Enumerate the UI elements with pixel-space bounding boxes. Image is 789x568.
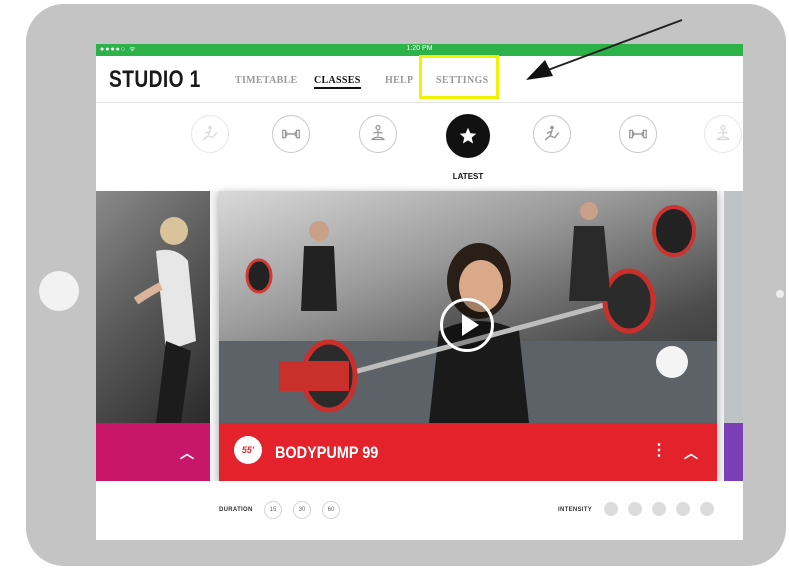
class-photo bbox=[219, 191, 717, 423]
more-options-icon[interactable]: ⋮ bbox=[651, 440, 667, 460]
dumbbell-icon[interactable] bbox=[272, 115, 310, 153]
studio-title: STUDIO 1 bbox=[109, 66, 201, 93]
bodypump-logo-icon: 55' bbox=[234, 436, 262, 464]
class-bar-next bbox=[724, 423, 743, 481]
tab-timetable[interactable]: TIMETABLE bbox=[235, 75, 298, 86]
duration-option-60[interactable]: 60 bbox=[322, 501, 340, 519]
duration-option-30[interactable]: 30 bbox=[293, 501, 311, 519]
category-row: LATEST bbox=[96, 103, 743, 191]
app-screen: ●●●●○ ᯤ 1:20 PM STUDIO 1 TIMETABLE CLASS… bbox=[96, 44, 743, 540]
tab-help[interactable]: HELP bbox=[385, 75, 413, 86]
class-photo bbox=[96, 191, 210, 423]
meditation-icon[interactable] bbox=[704, 115, 742, 153]
intensity-level-5[interactable] bbox=[700, 502, 714, 516]
class-card-next[interactable] bbox=[724, 191, 743, 481]
duration-label: DURATION bbox=[219, 507, 253, 513]
intensity-level-1[interactable] bbox=[604, 502, 618, 516]
class-carousel: ︿ 55' BODYPUMP 99 ⋮ ︿ bbox=[96, 191, 743, 481]
settings-highlight bbox=[419, 55, 499, 99]
chevron-up-icon[interactable]: ︿ bbox=[684, 443, 698, 463]
camera-dot bbox=[776, 290, 784, 298]
video-dot bbox=[656, 346, 688, 378]
class-card-prev[interactable]: ︿ bbox=[96, 191, 210, 481]
kick-icon[interactable] bbox=[533, 115, 571, 153]
intensity-label: INTENSITY bbox=[558, 507, 593, 513]
class-bar-prev: ︿ bbox=[96, 423, 210, 481]
meditation-icon[interactable] bbox=[359, 115, 397, 153]
star-icon[interactable] bbox=[446, 114, 490, 158]
intensity-level-2[interactable] bbox=[628, 502, 642, 516]
kick-icon[interactable] bbox=[191, 115, 229, 153]
category-label: LATEST bbox=[452, 172, 484, 181]
play-button[interactable] bbox=[440, 298, 494, 352]
chevron-up-icon[interactable]: ︿ bbox=[180, 443, 194, 463]
intensity-level-4[interactable] bbox=[676, 502, 690, 516]
filter-bar: DURATION 15 30 60 INTENSITY bbox=[96, 481, 743, 540]
status-time: 1:20 PM bbox=[406, 45, 433, 52]
dumbbell-icon[interactable] bbox=[619, 115, 657, 153]
class-title: BODYPUMP 99 bbox=[275, 443, 379, 462]
home-button[interactable] bbox=[39, 271, 79, 311]
intensity-level-3[interactable] bbox=[652, 502, 666, 516]
class-card-featured[interactable]: 55' BODYPUMP 99 ⋮ ︿ bbox=[219, 191, 717, 481]
duration-option-15[interactable]: 15 bbox=[264, 501, 282, 519]
class-photo bbox=[724, 191, 743, 423]
tab-classes[interactable]: CLASSES bbox=[314, 75, 361, 89]
